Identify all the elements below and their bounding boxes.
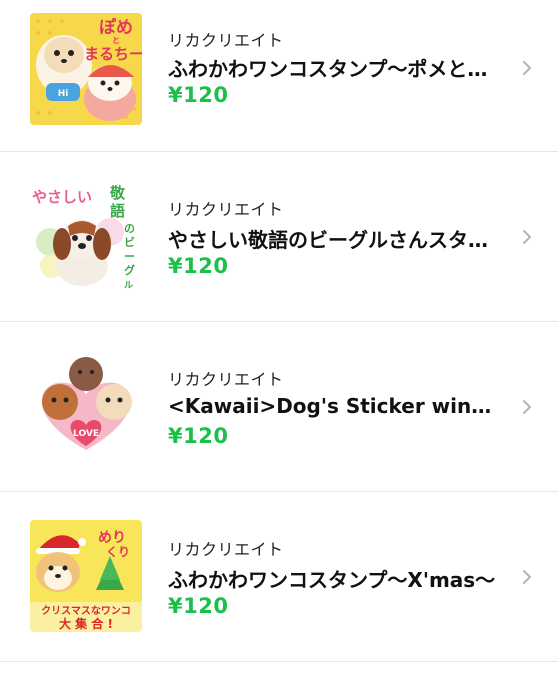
sticker-title: やさしい敬語のビーグルさんスタンプ bbox=[168, 228, 500, 252]
sticker-thumbnail-image: Hi ぽめ と まるちー bbox=[30, 13, 142, 125]
love-text: LOVE bbox=[73, 429, 99, 439]
price-label: ¥120 bbox=[168, 254, 229, 278]
svg-text:大 集 合 !: 大 集 合 ! bbox=[59, 616, 113, 631]
chevron-right-icon[interactable] bbox=[519, 60, 535, 76]
author-name: リカクリエイト bbox=[168, 200, 284, 219]
svg-text:の: の bbox=[124, 222, 135, 235]
sticker-thumbnail-image: LOVE bbox=[30, 350, 142, 462]
svg-text:クリスマスなワンコ: クリスマスなワンコ bbox=[41, 605, 131, 617]
chevron-right-icon[interactable] bbox=[519, 229, 535, 245]
sticker-title: <Kawaii>Dog's Sticker winter version bbox=[168, 394, 500, 418]
author-name: リカクリエイト bbox=[168, 31, 284, 50]
svg-text:Hi: Hi bbox=[58, 89, 69, 99]
svg-text:やさしい: やさしい bbox=[32, 188, 92, 206]
list-item[interactable]: めり くり クリスマスなワンコ 大 集 合 ! リカクリエイト ふわかわワンコス… bbox=[0, 492, 558, 662]
list-item[interactable]: やさしい 敬 語 の ビ ー グ ル リカクリエイト やさしい敬語のビーグルさん… bbox=[0, 152, 558, 322]
author-name: リカクリエイト bbox=[168, 540, 284, 559]
sticker-title: ふわかわワンコスタンプ～ポメとまるちー～ bbox=[168, 57, 500, 81]
sticker-thumbnail: LOVE bbox=[30, 350, 142, 462]
svg-text:グ: グ bbox=[124, 263, 135, 277]
list-item[interactable]: Hi ぽめ と まるちー リカクリエイト ふわかわワンコスタンプ～ポメとまるちー… bbox=[0, 0, 558, 152]
svg-text:語: 語 bbox=[110, 202, 125, 220]
svg-text:ぽめ: ぽめ bbox=[99, 17, 133, 38]
sticker-thumbnail-image: やさしい 敬 語 の ビ ー グ ル bbox=[30, 180, 142, 292]
svg-text:と: と bbox=[112, 36, 120, 45]
sticker-thumbnail: Hi ぽめ と まるちー bbox=[30, 13, 142, 125]
chevron-right-icon[interactable] bbox=[519, 399, 535, 415]
sticker-thumbnail-image: めり くり クリスマスなワンコ 大 集 合 ! bbox=[30, 520, 142, 632]
chevron-right-icon[interactable] bbox=[519, 569, 535, 585]
sticker-title: ふわかわワンコスタンプ～X'mas～ bbox=[168, 568, 496, 592]
sticker-list: Hi ぽめ と まるちー リカクリエイト ふわかわワンコスタンプ～ポメとまるちー… bbox=[0, 0, 558, 680]
svg-text:めり: めり bbox=[98, 530, 126, 546]
price-label: ¥120 bbox=[168, 424, 229, 448]
svg-text:くり: くり bbox=[106, 545, 130, 559]
price-label: ¥120 bbox=[168, 83, 229, 107]
svg-text:ビ: ビ bbox=[124, 235, 135, 249]
list-item[interactable]: LOVE リカクリエイト <Kawaii>Dog's Sticker winte… bbox=[0, 322, 558, 492]
author-name: リカクリエイト bbox=[168, 370, 284, 389]
svg-text:まるちー: まるちー bbox=[84, 45, 142, 63]
svg-text:敬: 敬 bbox=[109, 184, 126, 202]
price-label: ¥120 bbox=[168, 594, 229, 618]
sticker-thumbnail: めり くり クリスマスなワンコ 大 集 合 ! bbox=[30, 520, 142, 632]
svg-text:ー: ー bbox=[124, 250, 135, 263]
sticker-thumbnail: やさしい 敬 語 の ビ ー グ ル bbox=[30, 180, 142, 292]
svg-text:ル: ル bbox=[124, 280, 133, 291]
